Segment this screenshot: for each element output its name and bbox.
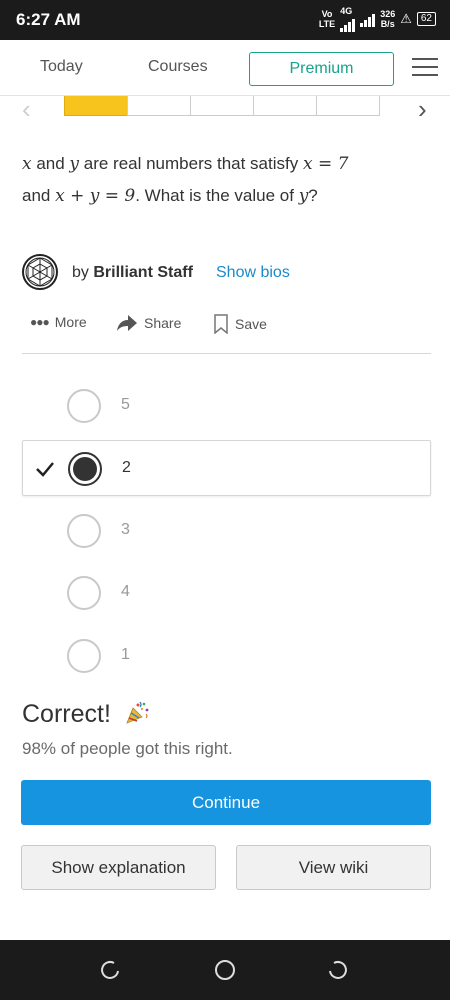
progress-step[interactable] (316, 96, 380, 116)
more-button[interactable]: ●●● More (30, 314, 87, 330)
radio-button[interactable] (68, 452, 102, 486)
menu-icon[interactable] (412, 58, 438, 78)
progress-steps (64, 96, 380, 116)
progress-step[interactable] (190, 96, 254, 116)
answer-choice[interactable]: 4 (22, 565, 431, 621)
choice-label: 3 (121, 521, 130, 538)
question-text: x and y are real numbers that satisfy x … (22, 154, 349, 206)
result-title: Correct! (22, 700, 150, 729)
volte-icon: Vo LTE (318, 9, 336, 29)
radio-button[interactable] (67, 576, 101, 610)
alert-icon: ⚠ (400, 11, 412, 26)
radio-button[interactable] (67, 639, 101, 673)
more-dots-icon: ●●● (30, 315, 50, 329)
share-button[interactable]: Share (116, 314, 181, 332)
premium-button[interactable]: Premium (249, 52, 394, 86)
network-type: 4G (340, 6, 356, 32)
recent-apps-icon[interactable] (326, 959, 348, 981)
back-icon[interactable] (100, 959, 122, 981)
bookmark-icon (214, 314, 228, 334)
battery-icon: 62 (416, 12, 436, 26)
continue-button[interactable]: Continue (21, 780, 431, 825)
choice-label: 4 (121, 583, 130, 600)
answer-choice[interactable]: 5 (22, 378, 431, 434)
status-time: 6:27 AM (16, 10, 81, 29)
system-nav-bar (0, 940, 450, 1000)
problem-progress: ‹ › (0, 94, 450, 124)
next-arrow-icon[interactable]: › (418, 94, 427, 125)
signal-icon-2 (360, 11, 376, 27)
answer-choice[interactable]: 1 (22, 628, 431, 684)
progress-step[interactable] (253, 96, 317, 116)
save-button[interactable]: Save (213, 314, 267, 334)
choice-label: 2 (122, 459, 131, 476)
status-bar: 6:27 AM Vo LTE 4G 326 B/s ⚠ 62 (0, 0, 450, 40)
radio-button[interactable] (67, 389, 101, 423)
author-byline: by Brilliant Staff (72, 264, 193, 281)
show-bios-link[interactable]: Show bios (216, 264, 290, 282)
answer-choice[interactable]: 2 (22, 440, 431, 496)
signal-icon (340, 16, 356, 32)
status-icons: Vo LTE 4G 326 B/s ⚠ 62 (319, 6, 436, 32)
top-nav: Today Courses Premium (0, 40, 450, 96)
view-wiki-button[interactable]: View wiki (236, 845, 431, 890)
tab-courses[interactable]: Courses (148, 58, 208, 76)
home-icon[interactable] (214, 959, 236, 981)
tab-today[interactable]: Today (40, 58, 83, 76)
author-name[interactable]: Brilliant Staff (93, 264, 193, 281)
author-row: by Brilliant Staff Show bios (22, 254, 432, 292)
choice-label: 5 (121, 396, 130, 413)
divider (22, 353, 431, 354)
radio-button[interactable] (67, 514, 101, 548)
brilliant-logo-avatar (22, 254, 58, 290)
progress-step[interactable] (127, 96, 191, 116)
checkmark-icon (36, 462, 54, 477)
answer-choice[interactable]: 3 (22, 503, 431, 559)
network-speed: 326 B/s (380, 9, 396, 29)
success-rate: 98% of people got this right. (22, 739, 233, 758)
show-explanation-button[interactable]: Show explanation (21, 845, 216, 890)
choice-label: 1 (121, 646, 130, 663)
progress-step[interactable] (64, 96, 128, 116)
share-icon (117, 315, 137, 331)
action-row: ●●● More Share Save (30, 312, 410, 334)
party-popper-icon (126, 701, 149, 724)
previous-arrow-icon[interactable]: ‹ (22, 94, 31, 125)
